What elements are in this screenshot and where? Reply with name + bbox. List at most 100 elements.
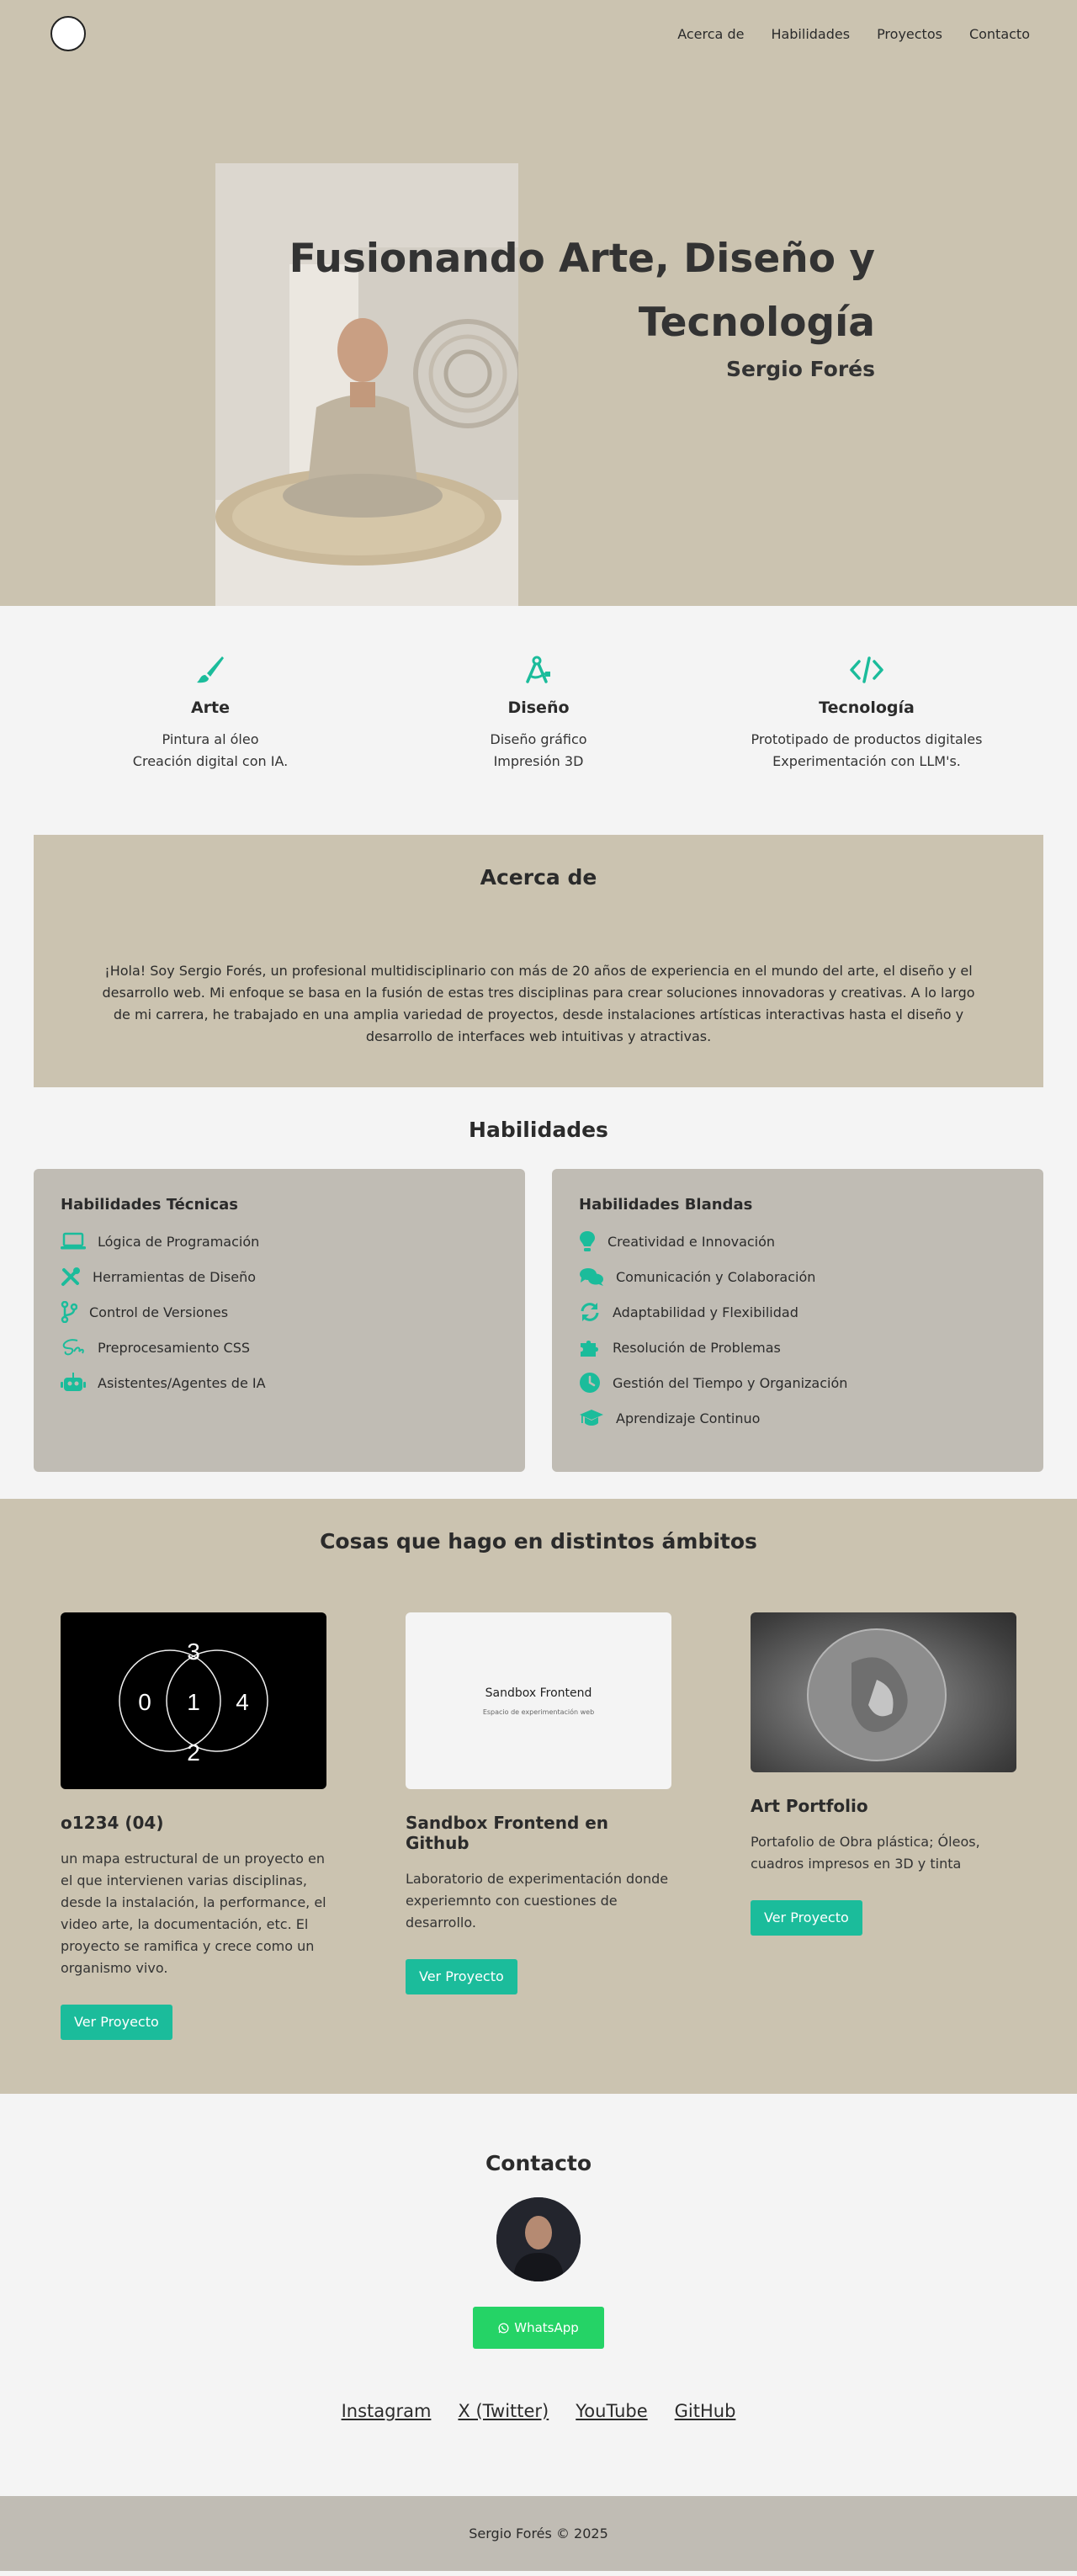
skill-item: Comunicación y Colaboración <box>579 1259 1016 1294</box>
skill-item: Resolución de Problemas <box>579 1330 1016 1365</box>
projects-section: Cosas que hago en distintos ámbitos 3 0 … <box>0 1499 1077 2094</box>
pillar-tecnologia: Tecnología Prototipado de productos digi… <box>724 653 1010 835</box>
pillar-diseno: Diseño Diseño gráfico Impresión 3D <box>395 653 682 835</box>
project-card: Sandbox Frontend Espacio de experimentac… <box>406 1612 671 2040</box>
skill-label: Preprocesamiento CSS <box>98 1339 251 1356</box>
hero-section: Acerca de Habilidades Proyectos Contacto <box>0 0 1077 606</box>
skill-label: Comunicación y Colaboración <box>616 1268 816 1285</box>
view-project-button[interactable]: Ver Proyecto <box>61 2005 172 2040</box>
pillars-section: Arte Pintura al óleo Creación digital co… <box>0 606 1077 835</box>
social-links: Instagram X (Twitter) YouTube GitHub <box>0 2401 1077 2421</box>
project-card: Art Portfolio Portafolio de Obra plástic… <box>751 1612 1016 2040</box>
project-image <box>751 1612 1016 1772</box>
hero-text: Fusionando Arte, Diseño y Tecnología Ser… <box>286 227 875 381</box>
project-image: 3 0 1 4 2 <box>61 1612 326 1789</box>
view-project-button[interactable]: Ver Proyecto <box>751 1900 862 1936</box>
diagram-digit: 0 <box>138 1689 151 1715</box>
o1234-diagram-image: 3 0 1 4 2 <box>119 1639 268 1766</box>
avatar <box>496 2197 581 2281</box>
skill-card-title: Habilidades Técnicas <box>61 1196 238 1214</box>
pillar-title: Arte <box>190 698 231 717</box>
project-title: Sandbox Frontend en Github <box>406 1813 609 1853</box>
lightbulb-icon <box>580 1231 595 1251</box>
skill-item: Control de Versiones <box>61 1294 498 1330</box>
skill-label: Aprendizaje Continuo <box>616 1410 761 1426</box>
skill-item: Gestión del Tiempo y Organización <box>579 1365 1016 1400</box>
nav-links: Acerca de Habilidades Proyectos Contacto <box>677 26 1030 42</box>
skills-section: Habilidades Habilidades Técnicas Lógica … <box>0 1087 1077 1499</box>
skill-item: Aprendizaje Continuo <box>579 1400 1016 1436</box>
pillar-title: Tecnología <box>819 698 915 717</box>
tools-icon <box>61 1267 80 1286</box>
nav-link-projects[interactable]: Proyectos <box>877 26 942 42</box>
skill-card-title: Habilidades Blandas <box>579 1196 753 1214</box>
skill-label: Lógica de Programación <box>98 1233 260 1250</box>
project-description: Portafolio de Obra plástica; Óleos, cuad… <box>751 1834 980 1872</box>
youtube-link[interactable]: YouTube <box>576 2401 647 2421</box>
laptop-code-icon <box>61 1232 86 1250</box>
skill-label: Creatividad e Innovación <box>607 1233 776 1250</box>
skill-item: Asistentes/Agentes de IA <box>61 1365 498 1400</box>
twitter-link[interactable]: X (Twitter) <box>458 2401 549 2421</box>
footer: Sergio Forés © 2025 <box>0 2496 1077 2571</box>
hero-subtitle: Sergio Forés <box>725 357 875 381</box>
pillar-arte: Arte Pintura al óleo Creación digital co… <box>67 653 353 835</box>
instagram-link[interactable]: Instagram <box>342 2401 432 2421</box>
compass-drafting-icon <box>395 653 682 687</box>
soft-skills-card: Habilidades Blandas Creatividad e Innova… <box>552 1169 1043 1472</box>
site-logo[interactable] <box>50 16 86 51</box>
hero-title: Fusionando Arte, Diseño y Tecnología <box>289 236 875 346</box>
puzzle-icon <box>581 1341 598 1357</box>
clock-icon <box>580 1373 600 1393</box>
pillar-line: Experimentación con LLM's. <box>772 753 961 769</box>
skill-item: Creatividad e Innovación <box>579 1224 1016 1259</box>
sandbox-image-subtitle: Espacio de experimentación web <box>482 1708 595 1716</box>
diagram-digit: 2 <box>187 1739 200 1766</box>
pillar-line: Pintura al óleo <box>162 731 259 747</box>
pillar-line: Impresión 3D <box>493 753 584 769</box>
footer-copyright: Sergio Forés © 2025 <box>469 2526 608 2541</box>
whatsapp-button[interactable]: WhatsApp <box>473 2307 604 2349</box>
project-description: un mapa estructural de un proyecto en el… <box>61 1851 326 1976</box>
pillar-title: Diseño <box>507 698 570 717</box>
graduation-cap-icon <box>580 1410 603 1426</box>
robot-icon <box>61 1373 86 1391</box>
skills-title: Habilidades <box>469 1118 608 1142</box>
diagram-digit: 3 <box>187 1639 200 1665</box>
whatsapp-label: WhatsApp <box>514 2320 579 2335</box>
pillar-line: Diseño gráfico <box>490 731 587 747</box>
sculpture-photo <box>807 1628 947 1761</box>
code-icon <box>724 653 1010 687</box>
nav-link-skills[interactable]: Habilidades <box>771 26 850 42</box>
skill-label: Adaptabilidad y Flexibilidad <box>613 1304 798 1320</box>
top-nav: Acerca de Habilidades Proyectos Contacto <box>0 0 1077 67</box>
about-section: Acerca de ¡Hola! Soy Sergio Forés, un pr… <box>34 835 1043 1087</box>
paintbrush-icon <box>67 653 353 687</box>
nav-link-about[interactable]: Acerca de <box>677 26 744 42</box>
skill-label: Gestión del Tiempo y Organización <box>613 1374 848 1391</box>
github-link[interactable]: GitHub <box>675 2401 736 2421</box>
diagram-digit: 4 <box>236 1689 249 1715</box>
diagram-digit: 1 <box>187 1689 200 1715</box>
skill-item: Lógica de Programación <box>61 1224 498 1259</box>
nav-link-contact[interactable]: Contacto <box>969 26 1030 42</box>
skill-item: Adaptabilidad y Flexibilidad <box>579 1294 1016 1330</box>
project-description: Laboratorio de experimentación donde exp… <box>406 1871 669 1931</box>
skill-label: Resolución de Problemas <box>613 1339 781 1356</box>
project-card: 3 0 1 4 2 o1234 (04) un mapa estructural… <box>61 1612 326 2040</box>
project-title: o1234 (04) <box>61 1813 164 1833</box>
skill-item: Herramientas de Diseño <box>61 1259 498 1294</box>
project-image: Sandbox Frontend Espacio de experimentac… <box>406 1612 671 1789</box>
technical-skills-card: Habilidades Técnicas Lógica de Programac… <box>34 1169 525 1472</box>
skill-label: Control de Versiones <box>89 1304 229 1320</box>
projects-title: Cosas que hago en distintos ámbitos <box>320 1529 757 1554</box>
contact-section: Contacto WhatsApp Instagram X (Twitter) … <box>0 2094 1077 2496</box>
sass-icon <box>62 1339 84 1356</box>
pillar-line: Creación digital con IA. <box>132 753 289 769</box>
sandbox-image-title: Sandbox Frontend <box>485 1686 592 1700</box>
comments-icon <box>580 1268 603 1286</box>
project-title: Art Portfolio <box>751 1796 868 1816</box>
sync-icon <box>581 1303 599 1321</box>
view-project-button[interactable]: Ver Proyecto <box>406 1959 517 1994</box>
whatsapp-icon <box>498 2322 509 2334</box>
